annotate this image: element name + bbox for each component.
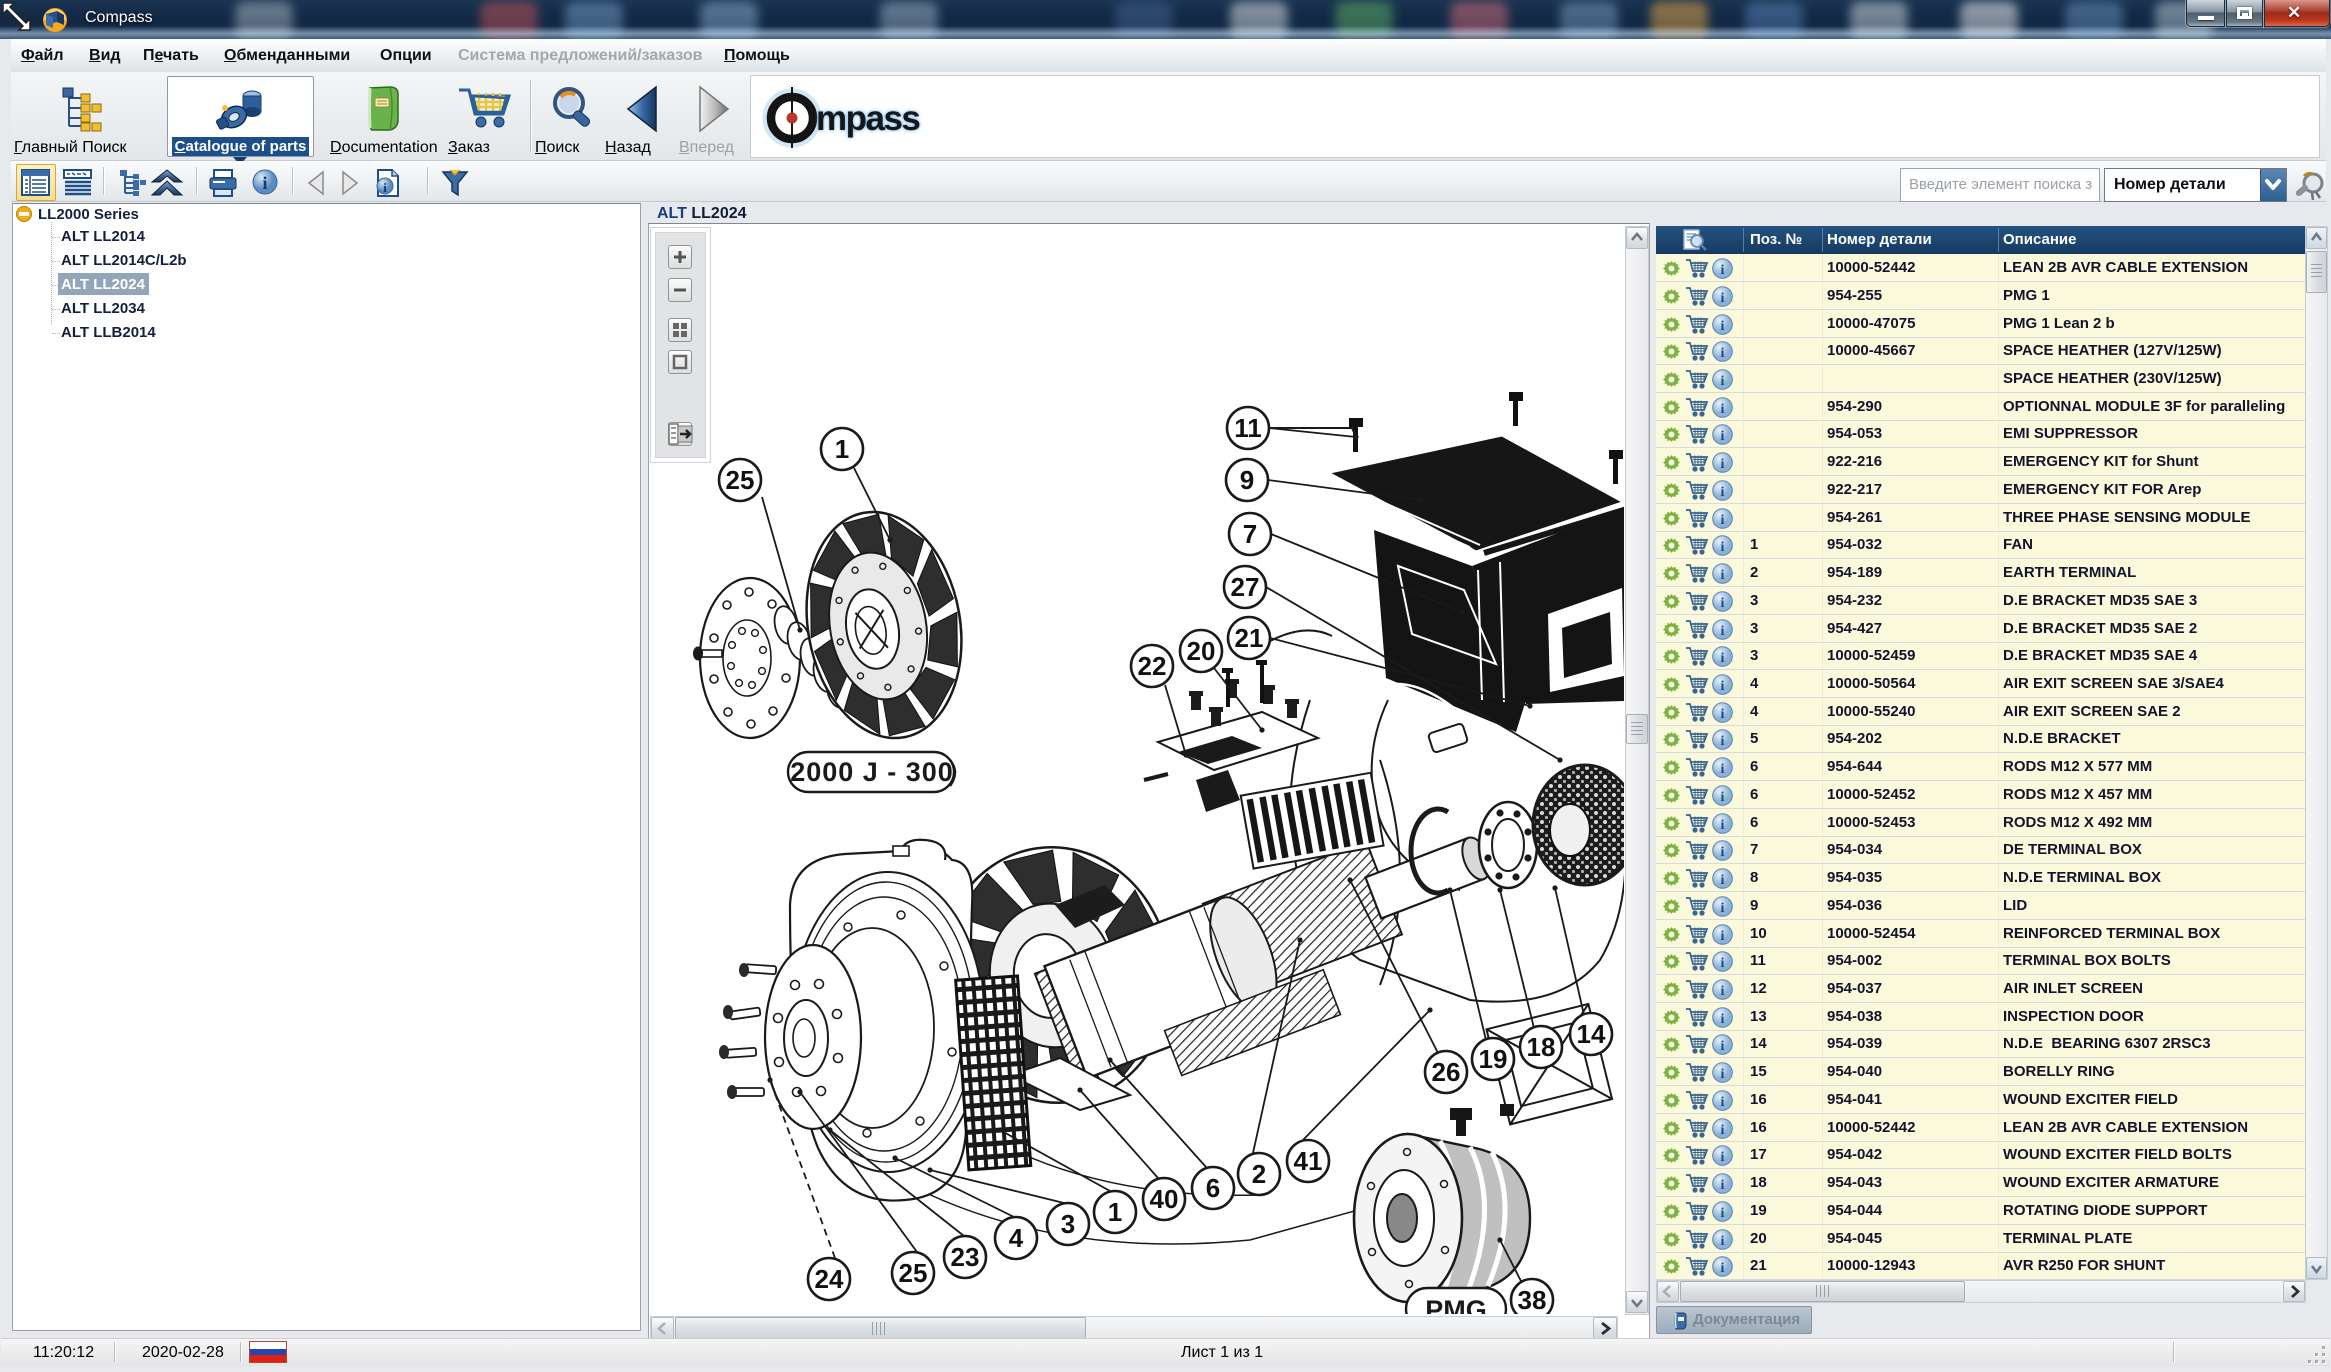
svg-text:i: i [1721,568,1725,583]
svg-text:6: 6 [1206,1173,1220,1203]
svg-text:20: 20 [1187,636,1216,666]
svg-text:i: i [1721,873,1725,888]
svg-text:11: 11 [1234,413,1262,443]
svg-text:41: 41 [1294,1146,1323,1176]
svg-text:i: i [1721,346,1725,361]
svg-text:40: 40 [1150,1184,1179,1214]
svg-text:1: 1 [1108,1197,1122,1227]
svg-text:i: i [262,173,267,193]
svg-text:14: 14 [1577,1019,1606,1049]
svg-text:i: i [1721,624,1725,639]
svg-text:i: i [1721,540,1725,555]
svg-text:i: i [1721,1178,1725,1193]
svg-text:mpass: mpass [816,99,920,138]
svg-text:i: i [1721,319,1725,334]
svg-text:i: i [1721,1150,1725,1165]
svg-text:i: i [1721,1067,1725,1082]
svg-text:18: 18 [1527,1032,1556,1062]
svg-text:27: 27 [1231,572,1260,602]
svg-text:25: 25 [726,465,755,495]
svg-text:9: 9 [1240,465,1254,495]
svg-text:i: i [1721,1095,1725,1110]
svg-text:i: i [1721,1234,1725,1249]
svg-text:i: i [1721,1261,1725,1276]
svg-text:i: i [1721,818,1725,833]
svg-text:4: 4 [1009,1223,1024,1253]
svg-text:i: i [1721,402,1725,417]
svg-text:i: i [1721,984,1725,999]
svg-text:i: i [1721,596,1725,611]
svg-text:i: i [1721,429,1725,444]
svg-text:i: i [1721,901,1725,916]
svg-text:26: 26 [1432,1057,1461,1087]
svg-text:i: i [1721,651,1725,666]
svg-text:i: i [1721,1039,1725,1054]
svg-text:7: 7 [1243,519,1257,549]
svg-text:i: i [1721,1206,1725,1221]
svg-text:i: i [1721,762,1725,777]
svg-text:i: i [1721,679,1725,694]
svg-text:i: i [1721,790,1725,805]
svg-text:23: 23 [951,1242,980,1272]
svg-text:i: i [1721,734,1725,749]
svg-text:2000 J - 300: 2000 J - 300 [790,757,954,787]
svg-text:i: i [1721,263,1725,278]
svg-text:i: i [1721,291,1725,306]
svg-text:i: i [1721,457,1725,472]
svg-text:19: 19 [1479,1044,1508,1074]
svg-text:1: 1 [835,434,849,464]
svg-text:38: 38 [1518,1285,1547,1314]
svg-text:3: 3 [1061,1209,1075,1239]
svg-text:i: i [1721,845,1725,860]
svg-text:i: i [1721,956,1725,971]
svg-text:i: i [1721,485,1725,500]
svg-text:i: i [1721,513,1725,528]
svg-text:25: 25 [899,1258,928,1288]
svg-text:i: i [1721,374,1725,389]
svg-text:2: 2 [1252,1159,1266,1189]
svg-text:21: 21 [1235,623,1264,653]
svg-text:i: i [1721,1123,1725,1138]
svg-text:i: i [1721,707,1725,722]
svg-text:24: 24 [815,1264,844,1294]
svg-text:i: i [1721,1012,1725,1027]
svg-text:PMG: PMG [1425,1295,1487,1314]
svg-text:i: i [383,180,387,195]
svg-text:22: 22 [1138,651,1167,681]
svg-text:i: i [1721,929,1725,944]
